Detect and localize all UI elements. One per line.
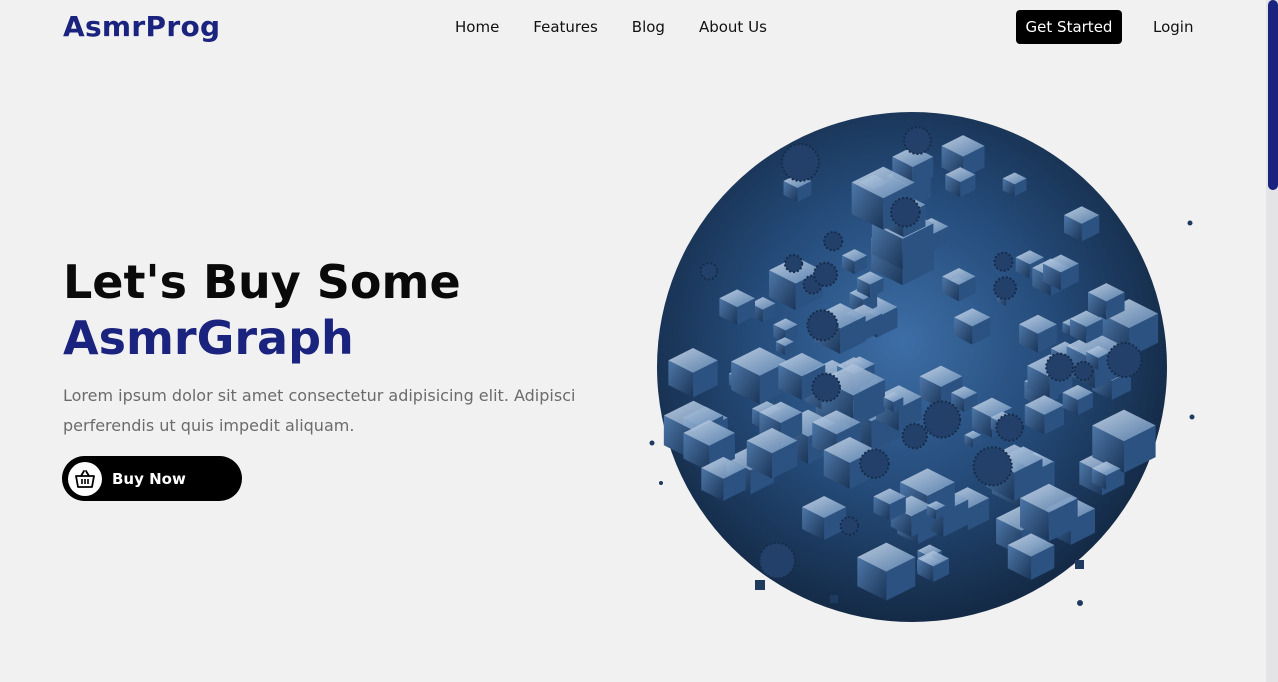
header: AsmrProg Home Features Blog About Us Get… [0,0,1266,56]
logo[interactable]: AsmrProg [63,10,220,43]
hero-title-line1: Let's Buy Some [63,255,461,309]
buy-now-label: Buy Now [112,469,186,488]
login-link[interactable]: Login [1153,18,1193,36]
hero-title-accent: AsmrGraph [63,311,354,365]
page-scrollbar[interactable] [1266,0,1278,682]
nav-about-us[interactable]: About Us [699,18,767,36]
get-started-button[interactable]: Get Started [1016,10,1122,44]
scrollbar-thumb[interactable] [1268,0,1278,190]
main-nav: Home Features Blog About Us [455,18,767,36]
nav-features[interactable]: Features [533,18,598,36]
hero-title: Let's Buy Some AsmrGraph [63,254,461,366]
nav-home[interactable]: Home [455,18,499,36]
nav-blog[interactable]: Blog [632,18,665,36]
hero-description: Lorem ipsum dolor sit amet consectetur a… [63,386,576,435]
hero-cube-sphere-image [620,95,1210,640]
buy-now-button[interactable]: Buy Now [62,456,242,501]
basket-icon [68,461,102,496]
